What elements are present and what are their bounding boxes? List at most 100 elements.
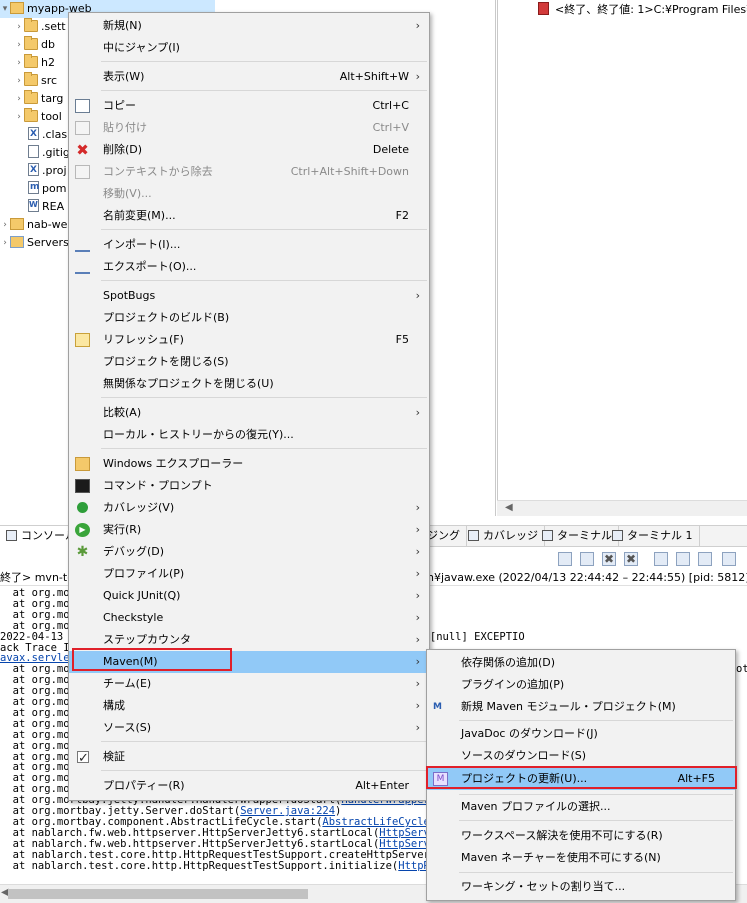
- menu-item-item-10[interactable]: エクスポート(O)...: [69, 256, 429, 278]
- update-project-annotation: [426, 766, 737, 789]
- menu-item-windows[interactable]: Windows エクスプローラー: [69, 453, 429, 475]
- menu-item-item-9[interactable]: ワーキング・セットの割り当て...: [427, 876, 735, 898]
- menu-item-javadoc[interactable]: JavaDoc のダウンロード(J): [427, 723, 735, 745]
- menu-item-item-8[interactable]: 名前変更(M)... F2: [69, 205, 429, 227]
- menu-item-item-15[interactable]: 無関係なプロジェクトを閉じる(U): [69, 373, 429, 395]
- menu-item-label: 中にジャンプ(I): [103, 41, 180, 54]
- menu-item-item-30[interactable]: ソース(S) ›: [69, 717, 429, 739]
- tree-item-folder[interactable]: › tool: [14, 108, 62, 126]
- menu-item-item-28[interactable]: チーム(E) ›: [69, 673, 429, 695]
- menu-item-item-16[interactable]: 比較(A) ›: [69, 402, 429, 424]
- menu-item-label: ワーキング・セットの割り当て...: [461, 880, 626, 893]
- terminated-process-entry[interactable]: <終了、終了値: 1>C:¥Program Files¥: [538, 2, 747, 17]
- menu-item-item-6[interactable]: コンテキストから除去 Ctrl+Alt+Shift+Down: [69, 161, 429, 183]
- menu-item-item-29[interactable]: 構成 ›: [69, 695, 429, 717]
- expand-arrow-icon[interactable]: ›: [14, 36, 24, 54]
- tree-item-file[interactable]: REA: [28, 196, 64, 216]
- submenu-arrow-icon: ›: [415, 289, 420, 302]
- menu-separator: [459, 820, 733, 821]
- expand-arrow-icon[interactable]: ›: [0, 234, 10, 252]
- menu-item-item-7[interactable]: ワークスペース解決を使用不可にする(R): [427, 825, 735, 847]
- expand-arrow-icon[interactable]: ›: [14, 108, 24, 126]
- console-line: at nablarch.test.core.http.HttpRequestTe…: [0, 859, 443, 872]
- menu-item-item-1[interactable]: 中にジャンプ(I): [69, 37, 429, 59]
- tree-item-file[interactable]: .clas: [28, 125, 67, 144]
- menu-item-item-22[interactable]: ✱ デバッグ(D) ›: [69, 541, 429, 563]
- horizontal-scrollbar[interactable]: ◀: [497, 500, 747, 516]
- menu-item-maven[interactable]: M 新規 Maven モジュール・プロジェクト(M): [427, 696, 735, 718]
- tree-item-file[interactable]: .gitig: [28, 144, 70, 162]
- tree-item-folder[interactable]: › src: [14, 72, 57, 90]
- xml-file-icon: [28, 125, 39, 143]
- menu-item-item-1[interactable]: プラグインの追加(P): [427, 674, 735, 696]
- tab-coverage[interactable]: カバレッジ: [462, 526, 545, 547]
- stop-icon[interactable]: [580, 552, 594, 566]
- show-when-stderr-icon[interactable]: [698, 552, 712, 566]
- menu-item-item-23[interactable]: プロファイル(P) ›: [69, 563, 429, 585]
- tree-item-folder[interactable]: › .sett: [14, 18, 66, 36]
- menu-item-item-7[interactable]: 移動(V)...: [69, 183, 429, 205]
- menu-separator: [101, 90, 427, 91]
- export-icon: [75, 260, 90, 274]
- console-text: at nablarch.test.core.http.HttpRequestTe…: [0, 859, 399, 872]
- menu-item-spotbugs[interactable]: SpotBugs ›: [69, 285, 429, 307]
- scrollbar-thumb[interactable]: [8, 889, 308, 899]
- menu-item-item-9[interactable]: インポート(I)...: [69, 234, 429, 256]
- remove-all-icon[interactable]: ✖: [624, 552, 638, 566]
- expand-arrow-icon[interactable]: ›: [14, 90, 24, 108]
- menu-item-item-3[interactable]: コピー Ctrl+C: [69, 95, 429, 117]
- submenu-arrow-icon: ›: [415, 677, 420, 690]
- menu-item-item-4[interactable]: ソースのダウンロード(S): [427, 745, 735, 767]
- tab-terminal-1[interactable]: ターミナル 1: [606, 526, 700, 547]
- menu-separator: [101, 280, 427, 281]
- submenu-arrow-icon: ›: [415, 567, 420, 580]
- menu-item-label: 実行(R): [103, 523, 142, 536]
- menu-item-item-2[interactable]: 表示(W) Alt+Shift+W ›: [69, 66, 429, 88]
- terminal-icon: [612, 530, 623, 541]
- maven-module-icon: M: [433, 702, 442, 712]
- menu-item-label: 削除(D): [103, 143, 143, 156]
- menu-separator: [101, 397, 427, 398]
- menu-item-quick-junit[interactable]: Quick JUnit(Q) ›: [69, 585, 429, 607]
- menu-item-item-5[interactable]: ✖ 削除(D) Delete: [69, 139, 429, 161]
- menu-item-item-32[interactable]: プロパティー(R) Alt+Enter: [69, 775, 429, 797]
- menu-item-item-0[interactable]: 依存関係の追加(D): [427, 652, 735, 674]
- menu-item-label: Maven ネーチャーを使用不可にする(N): [461, 851, 661, 864]
- command-prompt-icon: [75, 479, 90, 493]
- menu-item-maven[interactable]: Maven プロファイルの選択...: [427, 796, 735, 818]
- submenu-arrow-icon: ›: [415, 611, 420, 624]
- menu-item-item-0[interactable]: 新規(N) ›: [69, 15, 429, 37]
- menu-item-item-4[interactable]: 貼り付け Ctrl+V: [69, 117, 429, 139]
- menu-item-checkstyle[interactable]: Checkstyle ›: [69, 607, 429, 629]
- tree-item-project[interactable]: › nab-we: [0, 216, 67, 234]
- submenu-arrow-icon: ›: [415, 721, 420, 734]
- menu-item-item-21[interactable]: ▶ 実行(R) ›: [69, 519, 429, 541]
- scroll-lock-icon[interactable]: [654, 552, 668, 566]
- menu-item-item-13[interactable]: リフレッシュ(F) F5: [69, 329, 429, 351]
- tree-item-folder[interactable]: › targ: [14, 90, 63, 108]
- menu-item-item-17[interactable]: ローカル・ヒストリーからの復元(Y)...: [69, 424, 429, 446]
- menu-item-item-31[interactable]: ✓ 検証: [69, 746, 429, 768]
- pin-icon[interactable]: [558, 552, 572, 566]
- menu-item-label: カバレッジ(V): [103, 501, 175, 514]
- menu-item-item-14[interactable]: プロジェクトを閉じる(S): [69, 351, 429, 373]
- expand-arrow-icon[interactable]: ›: [0, 216, 10, 234]
- menu-item-item-12[interactable]: プロジェクトのビルド(B): [69, 307, 429, 329]
- explorer-icon: [75, 457, 90, 471]
- expand-arrow-icon[interactable]: ›: [14, 18, 24, 36]
- menu-item-item-19[interactable]: コマンド・プロンプト: [69, 475, 429, 497]
- show-when-stdout-icon[interactable]: [676, 552, 690, 566]
- collapse-arrow-icon[interactable]: ▾: [0, 0, 10, 18]
- display-console-icon[interactable]: [722, 552, 736, 566]
- folder-icon: [24, 72, 38, 86]
- expand-arrow-icon[interactable]: ›: [14, 72, 24, 90]
- tree-item-servers[interactable]: › Servers: [0, 234, 69, 252]
- menu-item-item-20[interactable]: カバレッジ(V) ›: [69, 497, 429, 519]
- remove-launch-icon[interactable]: ✖: [602, 552, 616, 566]
- scroll-left-icon[interactable]: ◀: [505, 502, 513, 513]
- expand-arrow-icon[interactable]: ›: [14, 54, 24, 72]
- tree-item-folder[interactable]: › h2: [14, 54, 55, 72]
- menu-item-maven[interactable]: Maven ネーチャーを使用不可にする(N): [427, 847, 735, 869]
- tree-item-folder[interactable]: › db: [14, 36, 55, 54]
- menu-item-label: ソースのダウンロード(S): [461, 749, 587, 762]
